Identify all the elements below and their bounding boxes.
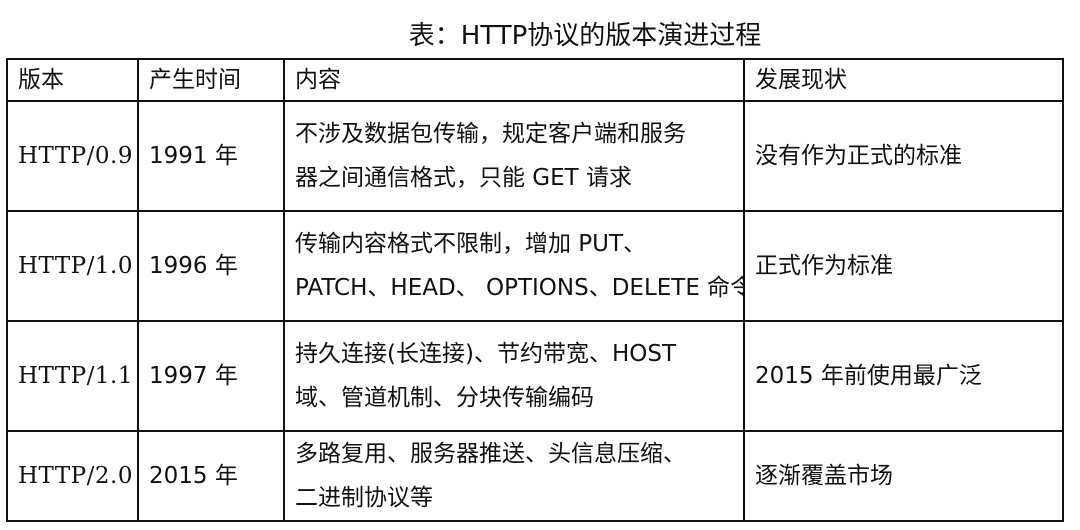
content-line: PATCH、HEAD、 OPTIONS、DELETE 命令 [295, 275, 744, 301]
table-row: HTTP/0.9 1991 年 不涉及数据包传输，规定客户端和服务 器之间通信格… [6, 100, 1064, 212]
year-cell: 1991 年 [137, 100, 285, 212]
status-cell: 没有作为正式的标准 [743, 100, 1064, 212]
content-line: 二进制协议等 [295, 485, 433, 511]
content-cell: 传输内容格式不限制，增加 PUT、 PATCH、HEAD、 OPTIONS、DE… [283, 210, 745, 322]
header-year: 产生时间 [137, 58, 285, 102]
year-cell: 1997 年 [137, 320, 285, 432]
content-line: 多路复用、服务器推送、头信息压缩、 [295, 441, 686, 467]
version-cell: HTTP/1.0 [6, 210, 139, 322]
header-version: 版本 [6, 58, 139, 102]
content-line: 不涉及数据包传输，规定客户端和服务 [295, 121, 686, 147]
version-cell: HTTP/0.9 [6, 100, 139, 212]
http-versions-table: 版本 产生时间 内容 发展现状 HTTP/0.9 1991 年 不涉及数据包传输… [6, 58, 1064, 522]
table-header-row: 版本 产生时间 内容 发展现状 [6, 58, 1064, 102]
status-cell: 正式作为标准 [743, 210, 1064, 322]
table-row: HTTP/1.0 1996 年 传输内容格式不限制，增加 PUT、 PATCH、… [6, 210, 1064, 322]
table-row: HTTP/2.0 2015 年 多路复用、服务器推送、头信息压缩、 二进制协议等… [6, 430, 1064, 522]
content-line: 域、管道机制、分块传输编码 [295, 385, 594, 411]
content-cell: 持久连接(长连接)、节约带宽、HOST 域、管道机制、分块传输编码 [283, 320, 745, 432]
content-cell: 不涉及数据包传输，规定客户端和服务 器之间通信格式，只能 GET 请求 [283, 100, 745, 212]
version-cell: HTTP/1.1 [6, 320, 139, 432]
status-cell: 2015 年前使用最广泛 [743, 320, 1064, 432]
content-line: 器之间通信格式，只能 GET 请求 [295, 165, 633, 191]
table-title: 表：HTTP协议的版本演进过程 [408, 21, 762, 51]
header-status: 发展现状 [743, 58, 1064, 102]
content-line: 传输内容格式不限制，增加 PUT、 [295, 231, 647, 257]
table-row: HTTP/1.1 1997 年 持久连接(长连接)、节约带宽、HOST 域、管道… [6, 320, 1064, 432]
content-cell: 多路复用、服务器推送、头信息压缩、 二进制协议等 [283, 430, 745, 522]
status-cell: 逐渐覆盖市场 [743, 430, 1064, 522]
year-cell: 2015 年 [137, 430, 285, 522]
header-content: 内容 [283, 58, 745, 102]
year-cell: 1996 年 [137, 210, 285, 322]
version-cell: HTTP/2.0 [6, 430, 139, 522]
content-line: 持久连接(长连接)、节约带宽、HOST [295, 341, 676, 367]
